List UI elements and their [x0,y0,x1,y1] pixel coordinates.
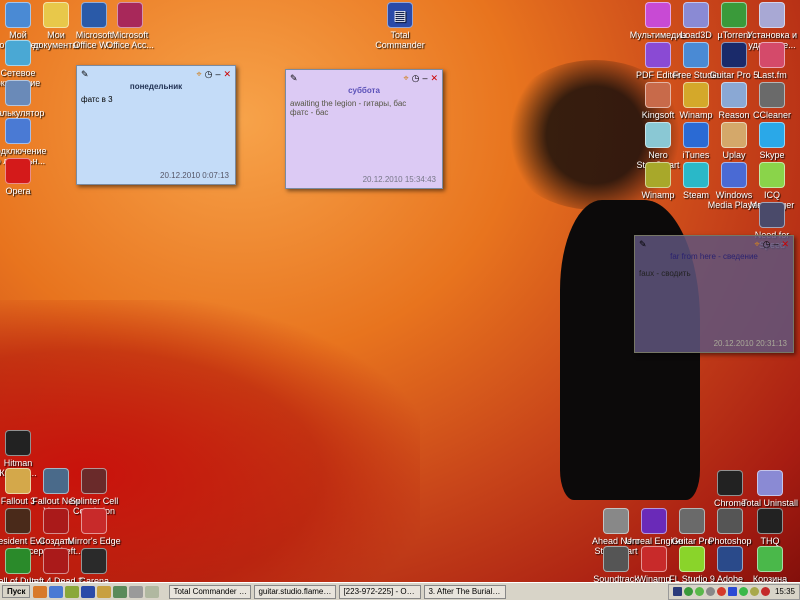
taskbar-task[interactable]: [223-972-225] - Окно со... [339,584,422,599]
tray-network-icon[interactable] [683,587,693,596]
tray-bluetooth-icon[interactable] [727,587,737,596]
opera-icon [5,158,31,184]
quicklaunch-firefox-icon[interactable] [33,585,48,598]
tray-skype-icon[interactable] [738,587,748,596]
tray-app-icon[interactable] [705,587,715,596]
pin-icon[interactable]: ⌖ [197,69,202,79]
sticky-note-far-from-here[interactable]: ✎ ⌖ ◷ – ✕ far from here - сведение faux - св… [634,235,794,353]
tray-volume-icon[interactable] [749,587,759,596]
app-icon [759,202,785,228]
app-icon [757,508,783,534]
close-icon[interactable]: ✕ [781,239,789,249]
sticky-note-monday[interactable]: ✎ ⌖ ◷ – ✕ понедельник фатс в 3 20.12.2010 0:… [76,65,236,185]
app-icon [759,82,785,108]
note-date: 20.12.2010 20:31:13 [713,339,787,348]
desktop-icon[interactable]: Калькулятор [0,80,48,118]
system-tray: 15:35 [667,583,800,600]
close-icon[interactable]: ✕ [430,73,438,83]
floppy-icon: ▤ [387,2,413,28]
clock-icon[interactable]: ◷ [205,69,213,79]
desktop-icon-label: Калькулятор [0,108,45,118]
quicklaunch-tool-icon[interactable] [129,585,144,598]
desktop-icon[interactable]: Skype [742,122,800,160]
app-icon [759,2,785,28]
calculator-icon [5,80,31,106]
note-body-line[interactable]: faux - сводить [639,269,789,278]
minimize-icon[interactable]: – [773,239,778,249]
quicklaunch-media-icon[interactable] [145,585,160,598]
desktop-icon-label: Mirror's Edge [67,536,121,546]
start-button[interactable]: Пуск [2,585,31,598]
note-tools-icon[interactable]: ✎ [81,69,89,81]
app-icon [757,546,783,572]
desktop-icon-label: Skype [759,150,785,160]
tray-antivirus-icon[interactable] [716,587,726,596]
app-icon [759,162,785,188]
quicklaunch-chart-icon[interactable] [113,585,128,598]
close-icon[interactable]: ✕ [223,69,231,79]
clock-icon[interactable]: ◷ [763,239,771,249]
note-tools-icon[interactable]: ✎ [290,73,298,85]
note-date: 20.12.2010 0:07:13 [160,171,229,180]
game-icon [81,468,107,494]
desktop-icon[interactable]: Total Uninstall [740,470,800,508]
sticky-note-saturday[interactable]: ✎ ⌖ ◷ – ✕ суббота awaiting the legion - гита… [285,69,443,189]
desktop-icon[interactable]: Last.fm [742,42,800,80]
desktop-icon[interactable]: Opera [0,158,48,196]
taskbar-task[interactable]: guitar.studio.flame или ... [254,584,337,599]
quicklaunch-paint-icon[interactable] [97,585,112,598]
desktop-icon-label: THQ [760,536,780,546]
desktop-icon[interactable]: Garena [64,548,124,586]
taskbar-task[interactable]: Total Commander 7.02 - ... [169,584,252,599]
note-title: far from here - сведение [670,252,758,261]
app-icon [759,42,785,68]
tray-language-icon[interactable] [672,587,682,596]
note-body-line[interactable]: awaiting the legion - гитары, бас [290,99,438,108]
note-tools-icon[interactable]: ✎ [639,239,647,251]
quicklaunch-desktop-icon[interactable] [49,585,64,598]
tray-icq-icon[interactable] [694,587,704,596]
access-icon [117,2,143,28]
desktop-icon[interactable]: THQ [740,508,800,546]
clock-icon[interactable]: ◷ [412,73,420,83]
clock[interactable]: 15:35 [775,587,795,596]
desktop-icon-label: Microsoft Office Acc... [106,30,154,50]
note-date: 20.12.2010 15:34:43 [362,175,436,184]
desktop-icon-label: Last.fm [757,70,787,80]
pin-icon[interactable]: ⌖ [404,73,409,83]
note-title: суббота [348,86,380,95]
note-body-line[interactable]: фатс в 3 [81,95,231,104]
desktop-icon[interactable]: Корзина [740,546,800,584]
app-icon [757,470,783,496]
game-icon [81,548,107,574]
minimize-icon[interactable]: – [422,73,427,83]
game-icon [81,508,107,534]
desktop-icon-label: Total Uninstall [741,498,799,508]
desktop-icon-label: Opera [5,186,31,196]
tray-opera-icon[interactable] [760,587,770,596]
app-icon [759,122,785,148]
game-icon [5,430,31,456]
desktop-icon-total-commander[interactable]: ▤ Total Commander [370,2,430,50]
minimize-icon[interactable]: – [215,69,220,79]
note-title: понедельник [129,82,183,91]
pin-icon[interactable]: ⌖ [755,239,760,249]
taskbar: Пуск Total Commander 7.02 - ... guitar.s… [0,582,800,600]
desktop-icon[interactable]: CCleaner [742,82,800,120]
taskbar-task[interactable]: 3. After The Burial - Pen... [424,584,507,599]
desktop-icon-label: CCleaner [752,110,792,120]
network-connection-icon [5,118,31,144]
note-body-line[interactable]: фатс - бас [290,108,438,117]
desktop-icon[interactable]: Mirror's Edge [64,508,124,546]
quicklaunch-app-icon[interactable] [65,585,80,598]
quicklaunch-floppy-icon[interactable] [81,585,96,598]
desktop-icon[interactable]: Microsoft Office Acc... [100,2,160,50]
network-icon [5,40,31,66]
